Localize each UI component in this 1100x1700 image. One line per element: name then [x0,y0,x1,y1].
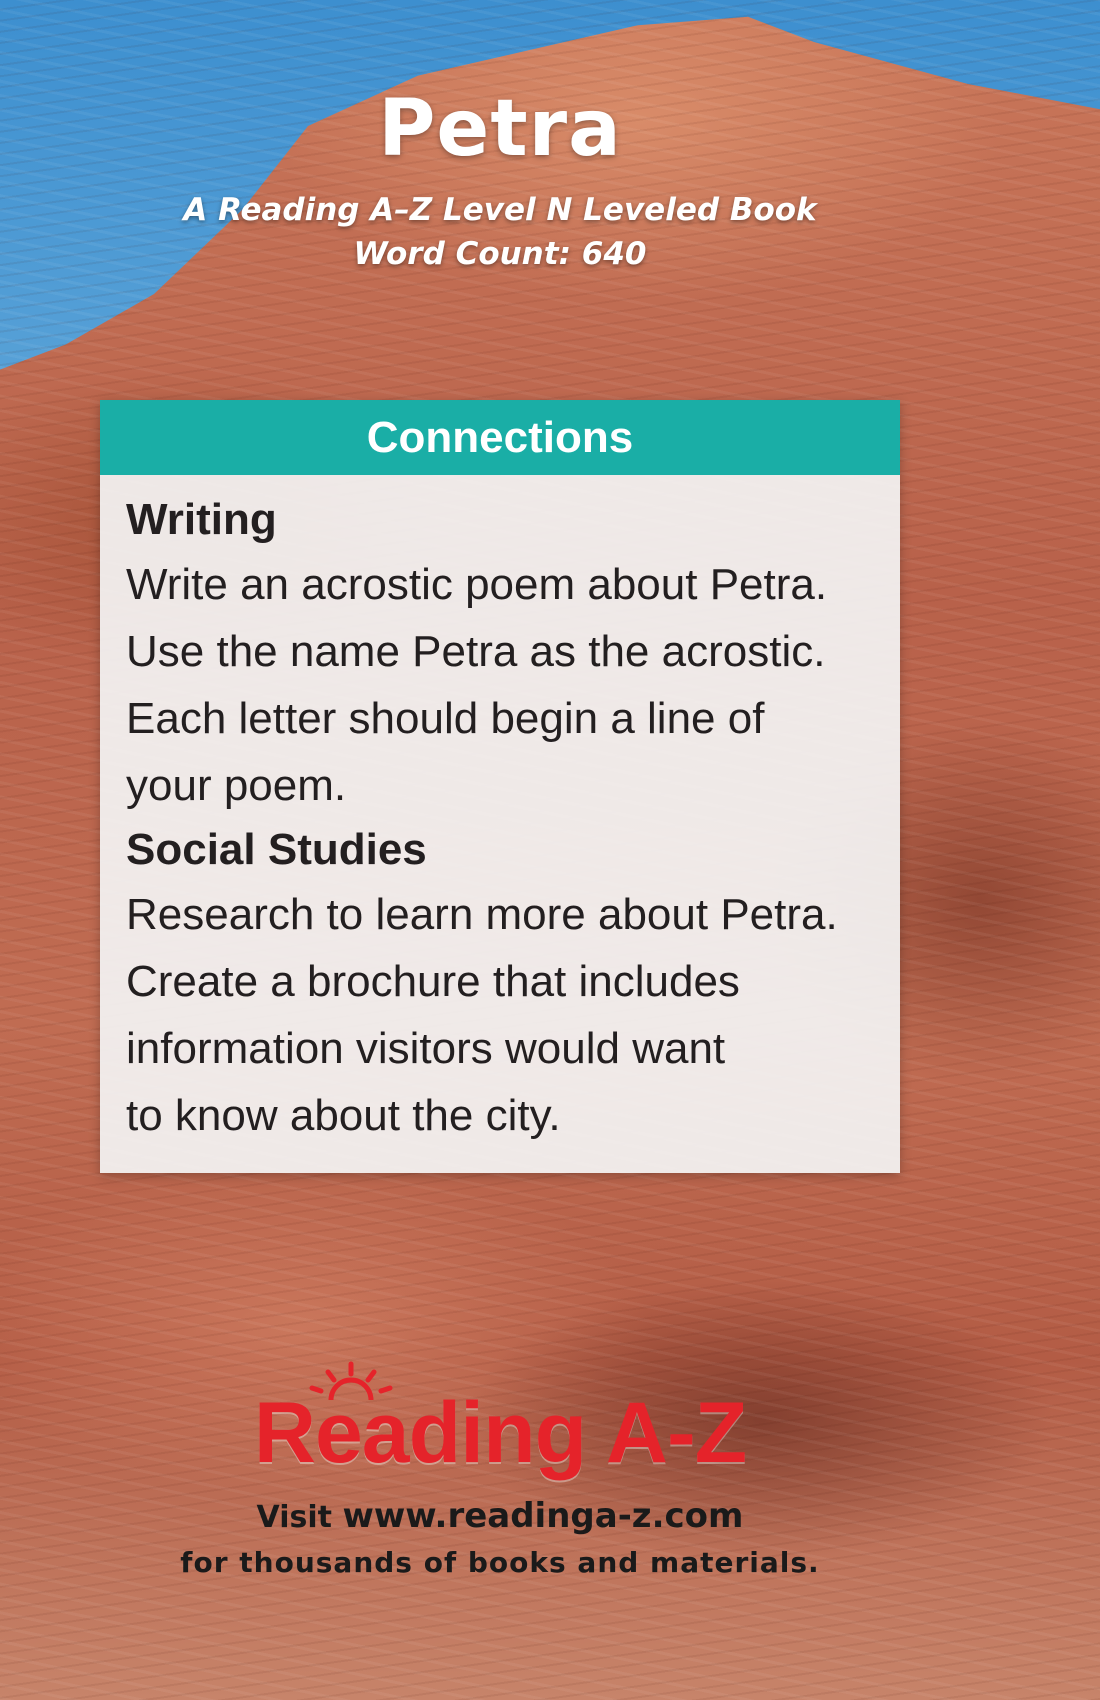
writing-heading: Writing [126,495,277,544]
writing-text: Write an acrostic poem about Petra. Use … [126,551,874,819]
book-subtitle: A Reading A–Z Level N Leveled Book [183,192,817,228]
visit-prefix: Visit [256,1500,333,1535]
sun-icon [309,1361,393,1401]
publisher-footer: Reading A-Z Visit www.readinga-z.com for… [0,1361,1000,1579]
visit-line: Visit www.readinga-z.com [0,1496,1000,1536]
social-studies-heading: Social Studies [126,825,427,874]
connections-body: Writing Write an acrostic poem about Pet… [100,475,900,1149]
writing-line: Use the name Petra as the acrostic. [126,627,826,676]
reading-az-logo: Reading A-Z [254,1361,747,1476]
word-count: Word Count: 640 [353,236,647,272]
writing-line: your poem. [126,761,347,810]
back-cover: Petra A Reading A–Z Level N Leveled Book… [0,0,1100,1700]
writing-line: Write an acrostic poem about Petra. [126,560,828,609]
social-studies-text: Research to learn more about Petra. Crea… [126,881,874,1149]
connections-card: Connections Writing Write an acrostic po… [100,400,900,1173]
tagline: for thousands of books and materials. [180,1546,820,1579]
website-link[interactable]: www.readinga-z.com [342,1496,743,1536]
social-studies-line: information visitors would want [126,1024,726,1073]
social-studies-line: Research to learn more about Petra. [126,890,838,939]
book-title: Petra [378,84,622,174]
writing-line: Each letter should begin a line of [126,694,765,743]
cover-header: Petra A Reading A–Z Level N Leveled Book… [0,90,1000,276]
social-studies-line: Create a brochure that includes [126,957,740,1006]
social-studies-line: to know about the city. [126,1091,561,1140]
connections-heading: Connections [100,400,900,475]
